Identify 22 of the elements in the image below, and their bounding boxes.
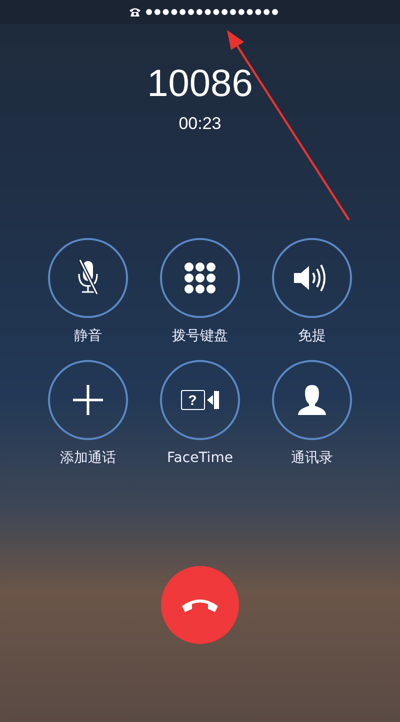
control-label: 添加通话 — [60, 449, 116, 468]
keypad-icon — [184, 262, 216, 294]
phone-number: 10086 — [147, 62, 253, 106]
question-mark: ? — [188, 393, 197, 407]
speaker-button[interactable] — [272, 238, 352, 318]
video-camera-icon — [206, 390, 220, 410]
mute-button[interactable] — [48, 238, 128, 318]
contacts-button[interactable] — [272, 360, 352, 440]
keypad-button[interactable] — [160, 238, 240, 318]
status-dots-icon — [144, 8, 280, 16]
control-label: 免提 — [298, 327, 326, 346]
add-button[interactable] — [48, 360, 128, 440]
control-label: 通讯录 — [291, 449, 333, 468]
control-label: 拨号键盘 — [172, 327, 228, 346]
control-label: 静音 — [74, 327, 102, 346]
person-silhouette-icon — [296, 384, 328, 416]
control-label: FaceTime — [167, 449, 233, 468]
call-duration: 00:23 — [178, 114, 222, 134]
hang-up-icon — [181, 597, 219, 613]
mute-microphone-icon — [75, 259, 101, 297]
plus-icon — [72, 384, 104, 416]
facetime-button[interactable]: ? — [160, 360, 240, 440]
